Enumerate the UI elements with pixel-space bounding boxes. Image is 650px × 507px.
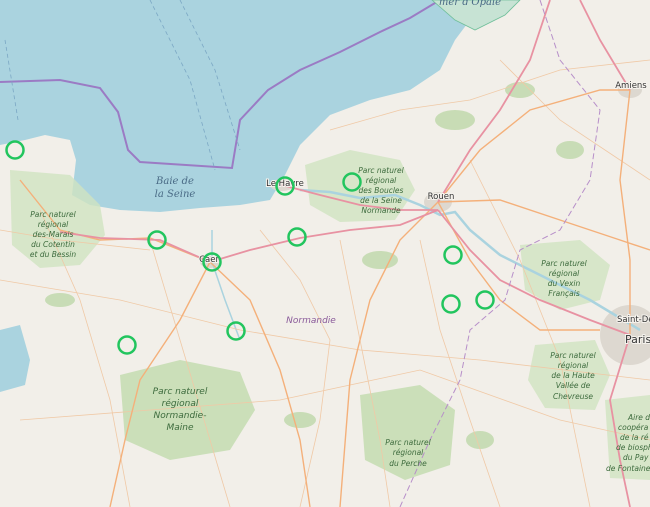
svg-text:Vallée de: Vallée de bbox=[556, 381, 591, 390]
svg-text:Parc naturel: Parc naturel bbox=[153, 387, 208, 397]
svg-text:des-Marais: des-Marais bbox=[33, 230, 74, 239]
svg-text:Chevreuse: Chevreuse bbox=[553, 392, 593, 401]
park-label-haute-vallee: Parc naturel régional de la Haute Vallée… bbox=[550, 351, 596, 401]
svg-text:des Boucles: des Boucles bbox=[359, 186, 404, 195]
svg-text:régional: régional bbox=[393, 448, 424, 457]
svg-text:du Cotentin: du Cotentin bbox=[31, 240, 75, 249]
city-label-le-havre: Le Havre bbox=[266, 179, 304, 189]
svg-text:Parc naturel: Parc naturel bbox=[385, 438, 431, 447]
map-canvas[interactable]: Baie de la Seine mer d'Opale Le Havre Ro… bbox=[0, 0, 650, 507]
svg-text:régional: régional bbox=[162, 398, 199, 409]
svg-text:Normande: Normande bbox=[361, 206, 401, 215]
svg-text:du Perche: du Perche bbox=[389, 459, 427, 468]
opale-label: mer d'Opale bbox=[439, 0, 501, 8]
svg-text:de la Haute: de la Haute bbox=[551, 371, 595, 380]
park-label-marais: Parc naturel régional des-Marais du Cote… bbox=[30, 210, 77, 259]
svg-text:coopéra: coopéra bbox=[618, 423, 649, 432]
city-label-rouen: Rouen bbox=[428, 192, 455, 202]
map-view[interactable]: Baie de la Seine mer d'Opale Le Havre Ro… bbox=[0, 0, 650, 507]
svg-text:de la Seine: de la Seine bbox=[360, 196, 402, 205]
svg-text:Parc naturel: Parc naturel bbox=[550, 351, 596, 360]
svg-text:régional: régional bbox=[38, 220, 69, 229]
svg-text:régional: régional bbox=[549, 269, 580, 278]
svg-text:Français: Français bbox=[548, 289, 580, 298]
svg-text:Parc naturel: Parc naturel bbox=[358, 166, 404, 175]
svg-text:Normandie-: Normandie- bbox=[154, 411, 207, 421]
svg-text:et du Bessin: et du Bessin bbox=[30, 250, 76, 259]
svg-text:du Pay: du Pay bbox=[623, 453, 649, 462]
svg-text:régional: régional bbox=[366, 176, 397, 185]
svg-text:de biosph: de biosph bbox=[616, 443, 650, 452]
svg-text:Parc naturel: Parc naturel bbox=[30, 210, 76, 219]
city-label-saint-denis: Saint-De bbox=[617, 315, 650, 325]
svg-text:de Fontaine: de Fontaine bbox=[606, 464, 650, 473]
svg-text:Aire d: Aire d bbox=[627, 413, 650, 422]
sea-label-line1: Baie de bbox=[155, 176, 194, 187]
park-label-boucles: Parc naturel régional des Boucles de la … bbox=[358, 166, 404, 215]
city-label-amiens: Amiens bbox=[615, 81, 647, 91]
svg-text:Maine: Maine bbox=[166, 423, 193, 433]
sea-label-line2: la Seine bbox=[155, 189, 196, 200]
region-label-normandie: Normandie bbox=[286, 316, 336, 326]
svg-text:du Vexin: du Vexin bbox=[548, 279, 581, 288]
city-label-paris: Paris bbox=[625, 333, 650, 346]
svg-text:Parc naturel: Parc naturel bbox=[541, 259, 587, 268]
svg-text:de la ré: de la ré bbox=[620, 433, 649, 442]
svg-text:régional: régional bbox=[558, 361, 589, 370]
